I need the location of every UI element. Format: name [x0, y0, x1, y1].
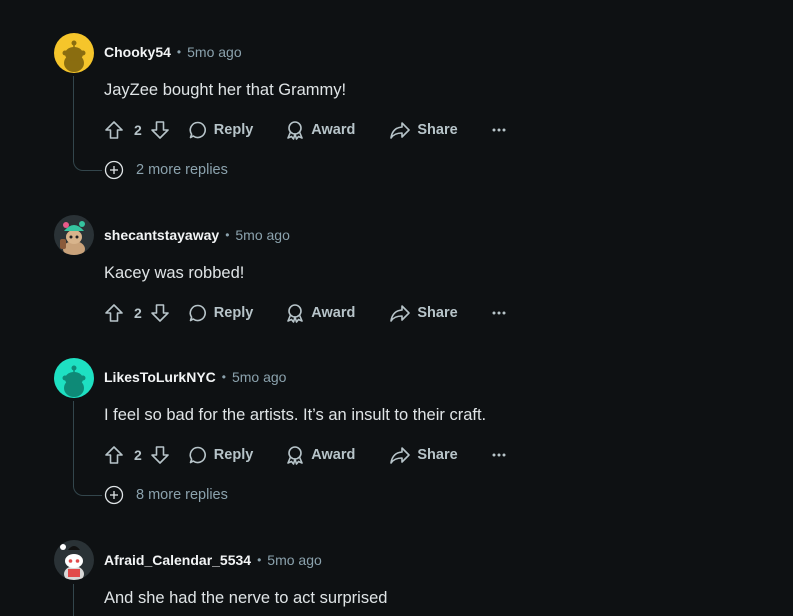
- vote-count: 2: [134, 122, 142, 138]
- award-button[interactable]: Award: [285, 445, 355, 465]
- upvote-button[interactable]: [104, 445, 124, 465]
- comment-bubble-icon: [189, 446, 206, 464]
- reply-button[interactable]: Reply: [188, 303, 254, 323]
- downvote-icon: [150, 121, 169, 139]
- ellipsis-icon: [492, 311, 506, 315]
- comment-text: And she had the nerve to act surprised: [104, 589, 388, 607]
- award-label: Award: [311, 447, 356, 463]
- award-icon: [287, 304, 304, 323]
- comment-text: I feel so bad for the artists. It’s an i…: [104, 406, 487, 424]
- award-label: Award: [311, 305, 356, 321]
- comment-meta: LikesToLurkNYC • 5mo ago: [104, 367, 286, 387]
- separator-dot: •: [225, 228, 230, 242]
- timestamp[interactable]: 5mo ago: [187, 44, 241, 60]
- thread-line[interactable]: [73, 76, 74, 162]
- author-name[interactable]: Chooky54: [104, 44, 171, 60]
- comment-actions: 2 Reply Award Share: [104, 443, 506, 467]
- separator-dot: •: [221, 370, 226, 384]
- comment-actions: 2 Reply Award Share: [104, 301, 506, 325]
- timestamp[interactable]: 5mo ago: [267, 552, 321, 568]
- award-button[interactable]: Award: [285, 120, 355, 140]
- share-label: Share: [417, 305, 458, 321]
- share-arrow-icon: [390, 447, 411, 464]
- share-button[interactable]: Share: [389, 120, 458, 140]
- timestamp[interactable]: 5mo ago: [235, 227, 289, 243]
- more-replies-label: 8 more replies: [136, 487, 228, 503]
- upvote-icon: [105, 446, 123, 464]
- comment-meta: shecantstayaway • 5mo ago: [104, 225, 290, 245]
- more-replies-button[interactable]: 8 more replies: [104, 485, 228, 505]
- more-options-button[interactable]: [492, 128, 506, 132]
- avatar[interactable]: [54, 215, 94, 255]
- downvote-icon: [150, 304, 169, 322]
- thread-line[interactable]: [73, 584, 74, 616]
- share-arrow-icon: [390, 122, 411, 139]
- reply-label: Reply: [213, 305, 254, 321]
- upvote-button[interactable]: [104, 303, 124, 323]
- more-options-button[interactable]: [492, 453, 506, 457]
- comment-actions: 2 Reply Award Share: [104, 118, 506, 142]
- thread-connector: [73, 160, 102, 171]
- downvote-button[interactable]: [150, 120, 170, 140]
- share-button[interactable]: Share: [389, 445, 458, 465]
- more-replies-label: 2 more replies: [136, 162, 228, 178]
- upvote-button[interactable]: [104, 120, 124, 140]
- vote-count: 2: [134, 447, 142, 463]
- comment-meta: Chooky54 • 5mo ago: [104, 42, 242, 62]
- comment-text: Kacey was robbed!: [104, 264, 245, 282]
- avatar[interactable]: [54, 540, 94, 580]
- upvote-icon: [105, 304, 123, 322]
- share-button[interactable]: Share: [389, 303, 458, 323]
- reply-label: Reply: [213, 122, 254, 138]
- plus-circle-icon: [104, 160, 124, 180]
- award-icon: [287, 121, 304, 140]
- award-icon: [287, 446, 304, 465]
- ellipsis-icon: [492, 128, 506, 132]
- award-button[interactable]: Award: [285, 303, 355, 323]
- reply-button[interactable]: Reply: [188, 445, 254, 465]
- downvote-button[interactable]: [150, 303, 170, 323]
- author-name[interactable]: LikesToLurkNYC: [104, 369, 216, 385]
- comment-text: JayZee bought her that Grammy!: [104, 81, 347, 99]
- timestamp[interactable]: 5mo ago: [232, 369, 286, 385]
- plus-circle-icon: [104, 485, 124, 505]
- vote-count: 2: [134, 305, 142, 321]
- ellipsis-icon: [492, 453, 506, 457]
- award-label: Award: [311, 122, 356, 138]
- share-label: Share: [417, 447, 458, 463]
- author-name[interactable]: shecantstayaway: [104, 227, 219, 243]
- author-name[interactable]: Afraid_Calendar_5534: [104, 552, 251, 568]
- reply-button[interactable]: Reply: [188, 120, 254, 140]
- more-replies-button[interactable]: 2 more replies: [104, 160, 228, 180]
- separator-dot: •: [257, 553, 262, 567]
- downvote-button[interactable]: [150, 445, 170, 465]
- share-label: Share: [417, 122, 458, 138]
- comment-bubble-icon: [189, 304, 206, 322]
- comment-bubble-icon: [189, 121, 206, 139]
- share-arrow-icon: [390, 305, 411, 322]
- thread-line[interactable]: [73, 401, 74, 487]
- more-options-button[interactable]: [492, 311, 506, 315]
- avatar[interactable]: [54, 358, 94, 398]
- comment-meta: Afraid_Calendar_5534 • 5mo ago: [104, 550, 322, 570]
- reply-label: Reply: [213, 447, 254, 463]
- downvote-icon: [150, 446, 169, 464]
- upvote-icon: [105, 121, 123, 139]
- thread-connector: [73, 485, 102, 496]
- separator-dot: •: [176, 45, 182, 59]
- avatar[interactable]: [54, 33, 94, 73]
